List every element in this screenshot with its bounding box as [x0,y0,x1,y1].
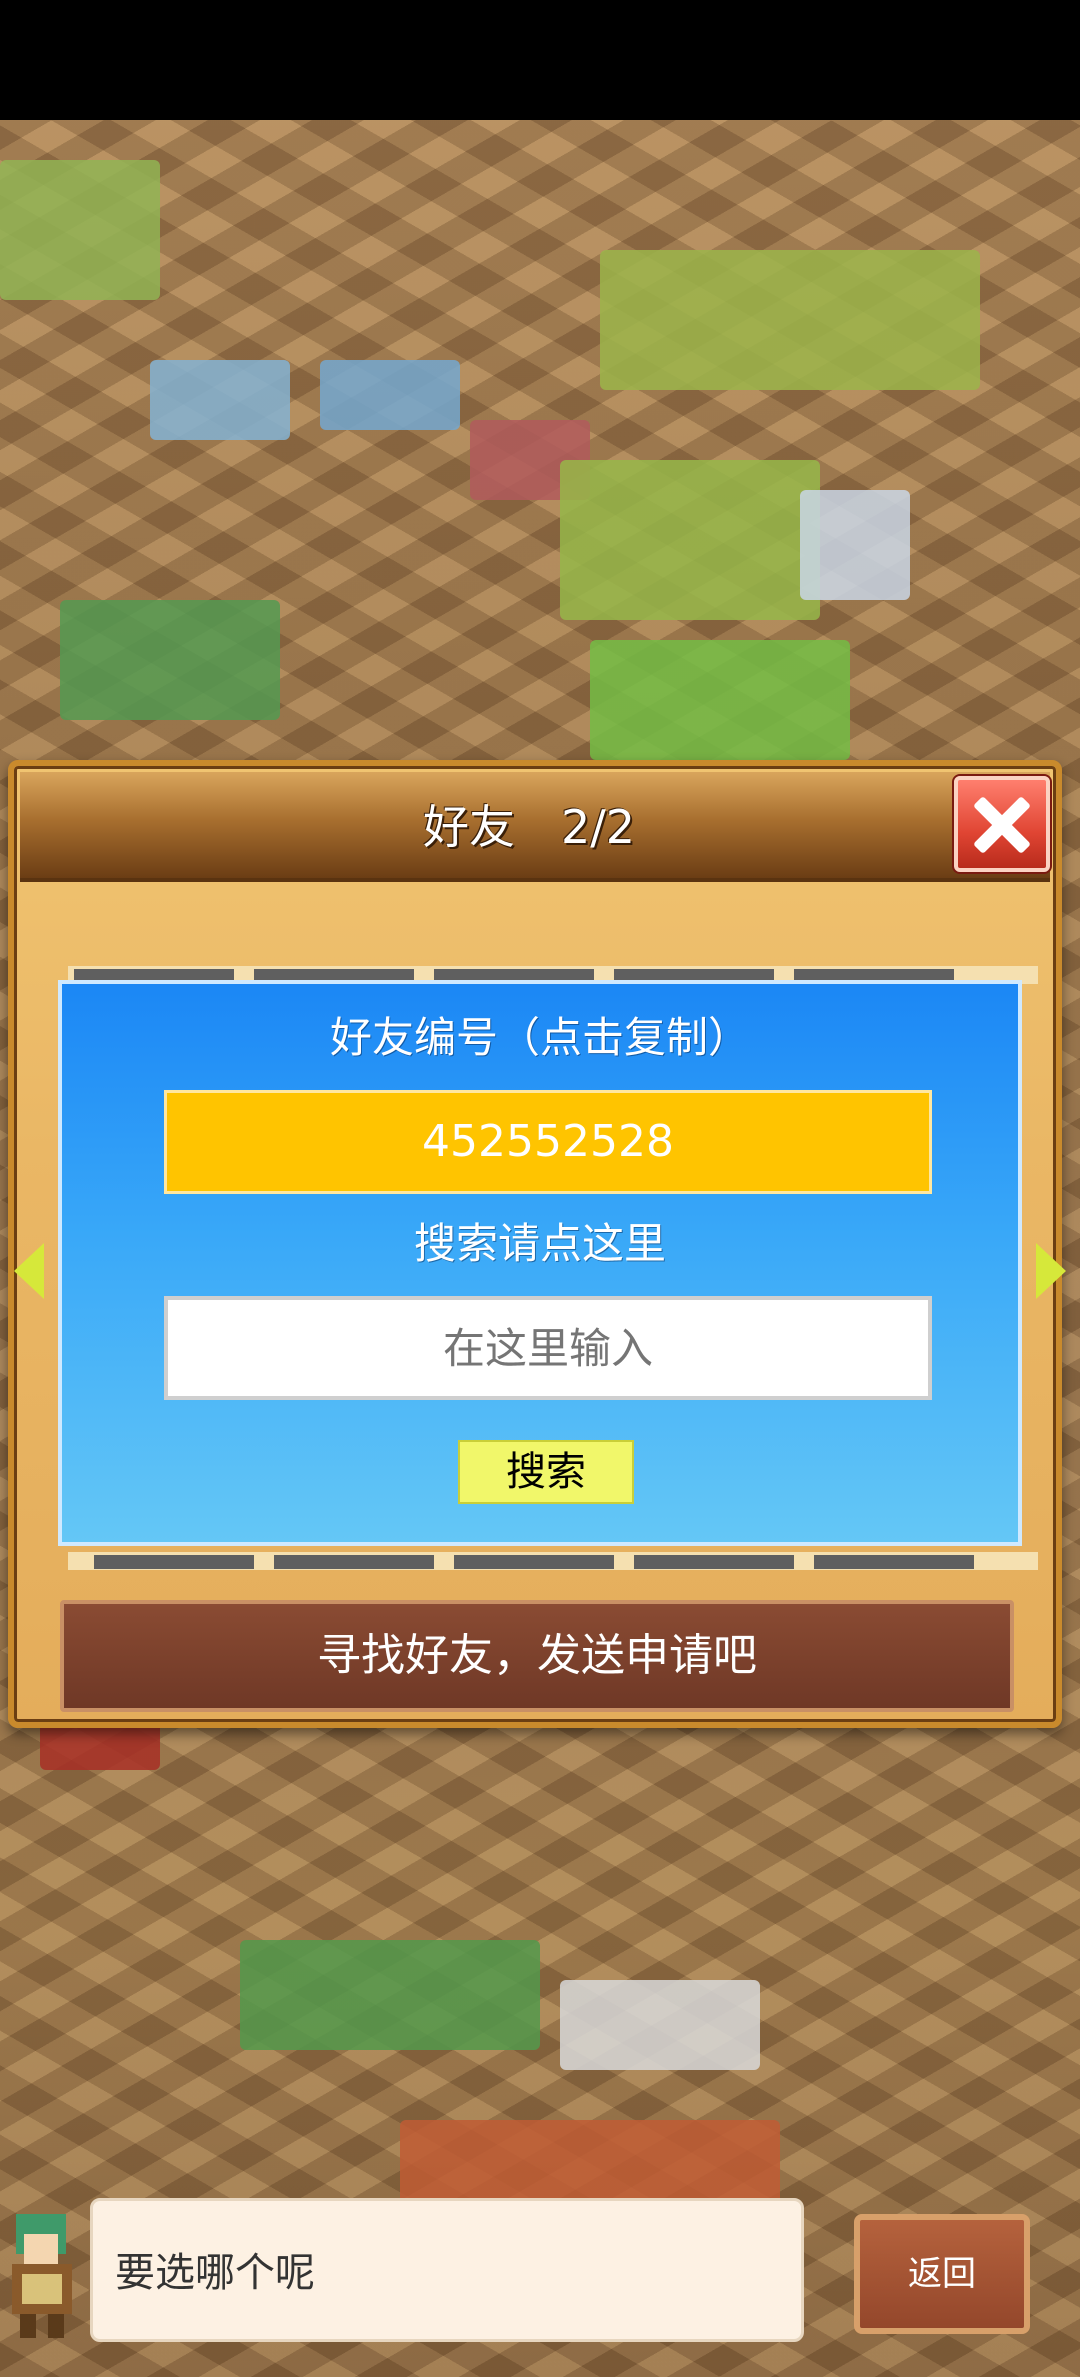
grass-patch [240,1940,540,2050]
search-label: 搜索请点这里 [413,1219,666,1268]
pond-patch [150,360,290,440]
search-input[interactable] [164,1296,932,1400]
prev-page-arrow-icon[interactable] [14,1243,44,1299]
find-friends-button[interactable]: 寻找好友，发送申请吧 [60,1600,1014,1712]
dialog-title: 好友 2/2 [422,800,636,854]
speech-bubble: 要选哪个呢 [90,2198,804,2342]
search-button[interactable]: 搜索 [458,1440,634,1504]
grass-patch [60,600,280,720]
friend-id-label: 好友编号（点击复制） [329,1013,750,1062]
crop-patch [600,250,980,390]
building-patch [800,490,910,600]
building-patch [560,1980,760,2070]
close-button[interactable] [954,776,1050,872]
crop-patch [0,160,160,300]
crop-patch [560,460,820,620]
prompt-text: 要选哪个呢 [115,2250,315,2296]
friend-id-copy-button[interactable]: 452552528 [164,1090,932,1194]
bottom-tab-strip [68,1552,1038,1570]
pond-patch [320,360,460,430]
back-button[interactable]: 返回 [854,2214,1030,2334]
next-page-arrow-icon[interactable] [1036,1243,1066,1299]
status-bar [0,0,1080,120]
character-avatar [12,2214,72,2338]
grass-patch [590,640,850,760]
friend-panel: 好友编号（点击复制） 452552528 搜索请点这里 搜索 [58,980,1022,1546]
